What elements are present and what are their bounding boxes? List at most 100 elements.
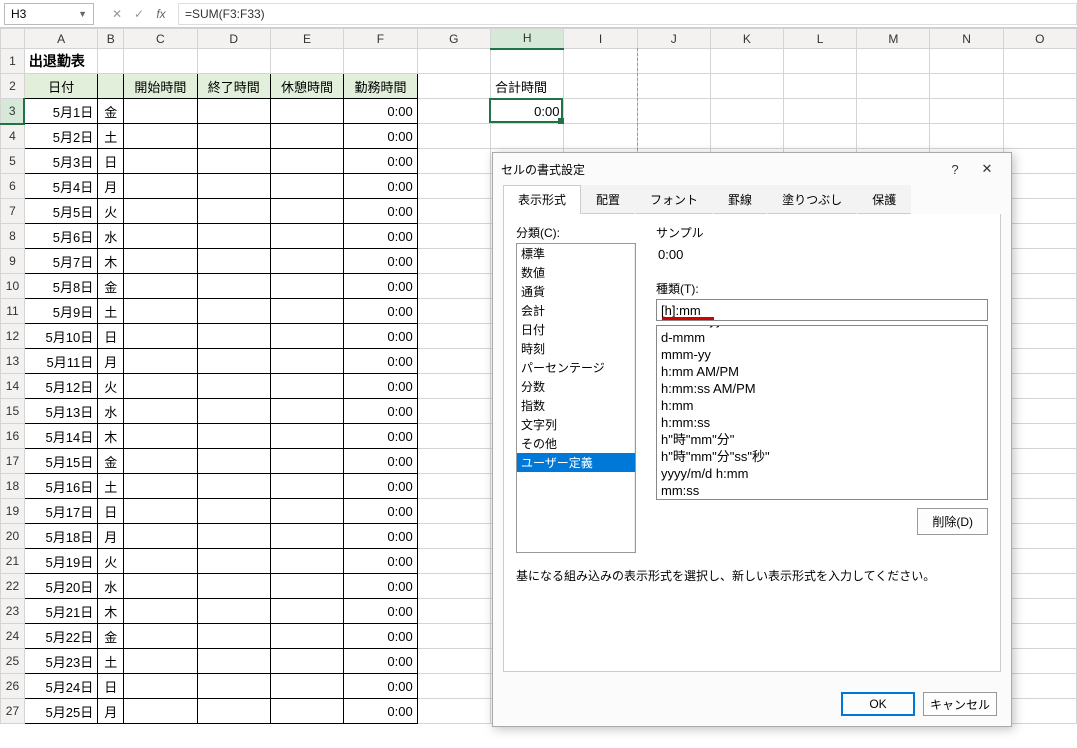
type-list-item[interactable]: mmm-yy bbox=[657, 346, 987, 363]
cell[interactable] bbox=[270, 249, 343, 274]
cell[interactable] bbox=[124, 699, 197, 724]
cell[interactable] bbox=[270, 549, 343, 574]
col-header-H[interactable]: H bbox=[490, 29, 564, 49]
chevron-down-icon[interactable]: ▼ bbox=[78, 9, 87, 19]
cell[interactable] bbox=[1003, 374, 1076, 399]
col-header-I[interactable]: I bbox=[564, 29, 637, 49]
cell[interactable] bbox=[784, 74, 857, 99]
cell[interactable]: 日付 bbox=[24, 74, 97, 99]
cell[interactable] bbox=[1003, 199, 1076, 224]
category-item[interactable]: 数値 bbox=[517, 263, 635, 282]
cell[interactable]: 0:00 bbox=[344, 149, 418, 174]
ok-button[interactable]: OK bbox=[841, 692, 915, 716]
cell[interactable] bbox=[124, 349, 197, 374]
cell[interactable] bbox=[270, 99, 343, 124]
cell[interactable] bbox=[124, 174, 197, 199]
row-header[interactable]: 1 bbox=[1, 49, 25, 74]
col-header-F[interactable]: F bbox=[344, 29, 418, 49]
cell[interactable]: 月 bbox=[98, 524, 124, 549]
cell[interactable]: 0:00 bbox=[344, 549, 418, 574]
cell[interactable]: 0:00 bbox=[344, 699, 418, 724]
row-header[interactable]: 17 bbox=[1, 449, 25, 474]
cell[interactable] bbox=[930, 99, 1003, 124]
cell[interactable]: 0:00 bbox=[344, 524, 418, 549]
row-header[interactable]: 13 bbox=[1, 349, 25, 374]
category-item[interactable]: 標準 bbox=[517, 244, 635, 263]
cell[interactable] bbox=[270, 449, 343, 474]
cell[interactable]: 月 bbox=[98, 349, 124, 374]
col-header-C[interactable]: C bbox=[124, 29, 197, 49]
cell[interactable] bbox=[857, 74, 930, 99]
cell[interactable]: 日 bbox=[98, 674, 124, 699]
cell[interactable] bbox=[1003, 474, 1076, 499]
cell[interactable] bbox=[124, 274, 197, 299]
cell[interactable]: 0:00 bbox=[344, 99, 418, 124]
cell[interactable]: 5月13日 bbox=[24, 399, 97, 424]
cell[interactable] bbox=[417, 499, 490, 524]
row-header[interactable]: 8 bbox=[1, 224, 25, 249]
cell[interactable] bbox=[637, 74, 710, 99]
row-header[interactable]: 23 bbox=[1, 599, 25, 624]
cell[interactable]: 水 bbox=[98, 399, 124, 424]
cell[interactable] bbox=[417, 199, 490, 224]
cell[interactable] bbox=[124, 499, 197, 524]
cell[interactable] bbox=[857, 49, 930, 74]
cell[interactable] bbox=[417, 99, 490, 124]
cell[interactable] bbox=[417, 474, 490, 499]
cell[interactable] bbox=[564, 99, 637, 124]
cell[interactable] bbox=[197, 474, 270, 499]
cell[interactable] bbox=[564, 124, 637, 149]
col-header-D[interactable]: D bbox=[197, 29, 270, 49]
cell[interactable] bbox=[124, 299, 197, 324]
confirm-entry-icon[interactable]: ✓ bbox=[128, 3, 150, 25]
cell[interactable]: 土 bbox=[98, 299, 124, 324]
cell[interactable] bbox=[124, 599, 197, 624]
row-header[interactable]: 20 bbox=[1, 524, 25, 549]
cell[interactable] bbox=[1003, 124, 1076, 149]
cell[interactable]: 金 bbox=[98, 99, 124, 124]
cell[interactable] bbox=[270, 399, 343, 424]
cell[interactable]: 金 bbox=[98, 624, 124, 649]
cell[interactable] bbox=[124, 624, 197, 649]
cell[interactable]: 5月2日 bbox=[24, 124, 97, 149]
cell[interactable]: 5月5日 bbox=[24, 199, 97, 224]
type-list-item[interactable]: mm:ss bbox=[657, 482, 987, 499]
cell[interactable] bbox=[197, 599, 270, 624]
cell[interactable] bbox=[710, 124, 783, 149]
cell[interactable] bbox=[197, 274, 270, 299]
category-item[interactable]: その他 bbox=[517, 434, 635, 453]
cell[interactable] bbox=[1003, 174, 1076, 199]
cell[interactable] bbox=[417, 274, 490, 299]
cell[interactable] bbox=[124, 49, 197, 74]
cell[interactable]: 金 bbox=[98, 274, 124, 299]
cell[interactable] bbox=[930, 124, 1003, 149]
cell[interactable] bbox=[197, 399, 270, 424]
cell[interactable] bbox=[270, 224, 343, 249]
cell[interactable]: 火 bbox=[98, 549, 124, 574]
help-button[interactable]: ? bbox=[939, 155, 971, 183]
row-header[interactable]: 19 bbox=[1, 499, 25, 524]
cell[interactable]: 火 bbox=[98, 374, 124, 399]
cell[interactable] bbox=[197, 424, 270, 449]
cell[interactable] bbox=[270, 599, 343, 624]
cell[interactable] bbox=[417, 599, 490, 624]
cell[interactable] bbox=[1003, 624, 1076, 649]
cell[interactable] bbox=[124, 449, 197, 474]
cell[interactable]: 0:00 bbox=[344, 424, 418, 449]
cell[interactable] bbox=[1003, 599, 1076, 624]
cell[interactable] bbox=[124, 324, 197, 349]
cell[interactable] bbox=[124, 99, 197, 124]
cell[interactable]: 5月11日 bbox=[24, 349, 97, 374]
col-header-M[interactable]: M bbox=[857, 29, 930, 49]
cell[interactable] bbox=[1003, 149, 1076, 174]
row-header[interactable]: 6 bbox=[1, 174, 25, 199]
cell[interactable] bbox=[98, 49, 124, 74]
row-header[interactable]: 27 bbox=[1, 699, 25, 724]
cell[interactable] bbox=[197, 624, 270, 649]
col-header-N[interactable]: N bbox=[930, 29, 1003, 49]
cell[interactable] bbox=[1003, 574, 1076, 599]
category-item[interactable]: 日付 bbox=[517, 320, 635, 339]
cell[interactable] bbox=[1003, 649, 1076, 674]
cell[interactable]: 5月10日 bbox=[24, 324, 97, 349]
row-header[interactable]: 15 bbox=[1, 399, 25, 424]
